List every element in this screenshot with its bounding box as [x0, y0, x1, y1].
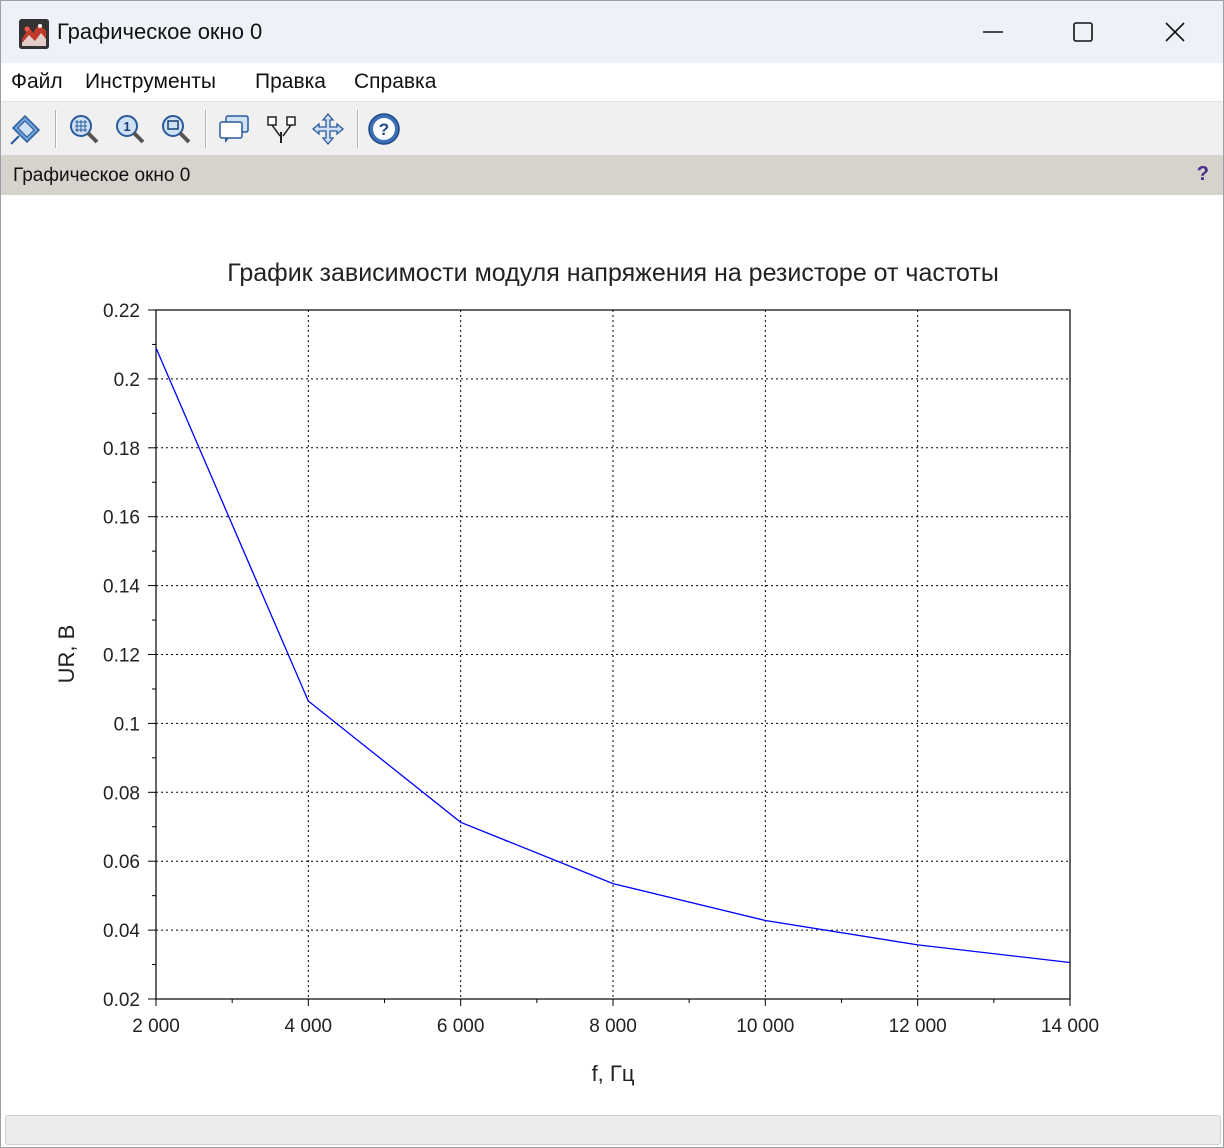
maximize-button[interactable]	[1037, 1, 1129, 63]
minimize-icon	[983, 31, 1003, 33]
svg-text:1: 1	[123, 119, 130, 134]
datatip-button[interactable]	[7, 110, 45, 148]
x-tick-label: 12 000	[889, 1016, 947, 1037]
x-tick-label: 8 000	[589, 1016, 637, 1037]
y-tick-label: 0.16	[103, 508, 140, 529]
x-tick-label: 6 000	[437, 1016, 485, 1037]
menu-bar: Файл Инструменты Правка Справка	[1, 63, 1223, 101]
toolbar-separator	[55, 110, 57, 148]
y-tick-label: 0.06	[103, 852, 140, 873]
menu-file[interactable]: Файл	[11, 70, 63, 94]
menu-edit[interactable]: Правка	[255, 70, 326, 94]
window-title: Графическое окно 0	[57, 19, 263, 44]
zoom-area-button[interactable]	[157, 110, 195, 148]
x-tick-label: 14 000	[1041, 1016, 1099, 1037]
y-tick-label: 0.2	[114, 370, 140, 391]
x-tick-label: 10 000	[736, 1016, 794, 1037]
plot-area[interactable]: 2 000 4 000 6 000 8 000 10 000 12 000 14 000 0.…	[1, 195, 1223, 1113]
svg-text:?: ?	[379, 120, 389, 139]
pan-icon	[311, 112, 345, 146]
menu-tools[interactable]: Инструменты	[85, 70, 216, 94]
graphics-window: Графическое окно 0 Файл Инструменты Прав…	[0, 0, 1224, 1148]
datatip-icon	[10, 114, 41, 145]
zoom-area-icon	[162, 115, 191, 144]
grid	[156, 310, 1070, 999]
x-axis-label: f, Гц	[592, 1061, 635, 1086]
bottom-info-bar	[5, 1115, 1221, 1145]
tick-labels: 2 000 4 000 6 000 8 000 10 000 12 000 14 000 0.…	[103, 301, 1099, 1037]
title-bar: Графическое окно 0	[1, 1, 1223, 63]
rotate-button[interactable]	[263, 110, 301, 148]
toolbar-separator	[357, 110, 359, 148]
rotate-icon	[267, 116, 296, 143]
zoom-icon	[70, 115, 99, 144]
zoom-original-button[interactable]: 1	[111, 110, 149, 148]
close-button[interactable]	[1129, 1, 1221, 63]
zoom-button[interactable]	[65, 110, 103, 148]
datatips-icon	[219, 115, 249, 143]
pan-button[interactable]	[309, 110, 347, 148]
y-axis-label: UR, В	[54, 625, 79, 684]
help-icon: ?	[368, 113, 400, 145]
toolbar-separator	[205, 110, 207, 148]
y-tick-label: 0.08	[103, 783, 140, 804]
x-tick-label: 2 000	[132, 1016, 180, 1037]
y-tick-label: 0.22	[103, 301, 140, 322]
y-tick-label: 0.1	[114, 714, 140, 735]
zoom-original-icon: 1	[116, 115, 145, 144]
y-tick-label: 0.04	[103, 921, 140, 942]
chart-title: График зависимости модуля напряжения на …	[227, 259, 999, 287]
x-tick-label: 4 000	[285, 1016, 333, 1037]
scilab-graphics-icon	[19, 19, 49, 49]
close-icon	[1165, 22, 1185, 42]
question-icon[interactable]: ?	[1197, 163, 1209, 186]
y-tick-label: 0.12	[103, 646, 140, 667]
datatips-button[interactable]	[215, 110, 253, 148]
minimize-button[interactable]	[947, 1, 1039, 63]
maximize-icon	[1073, 22, 1093, 42]
ticks	[148, 309, 1071, 1006]
help-button[interactable]: ?	[365, 110, 403, 148]
y-tick-label: 0.02	[103, 990, 140, 1011]
y-tick-label: 0.14	[103, 577, 140, 598]
toolbar: 1 ?	[1, 101, 1223, 156]
y-tick-label: 0.18	[103, 439, 140, 460]
figure-name-label: Графическое окно 0	[13, 165, 191, 186]
menu-help[interactable]: Справка	[354, 70, 436, 94]
line-chart: 2 000 4 000 6 000 8 000 10 000 12 000 14 000 0.…	[54, 259, 1099, 1086]
figure-status-bar: Графическое окно 0 ?	[1, 155, 1223, 195]
